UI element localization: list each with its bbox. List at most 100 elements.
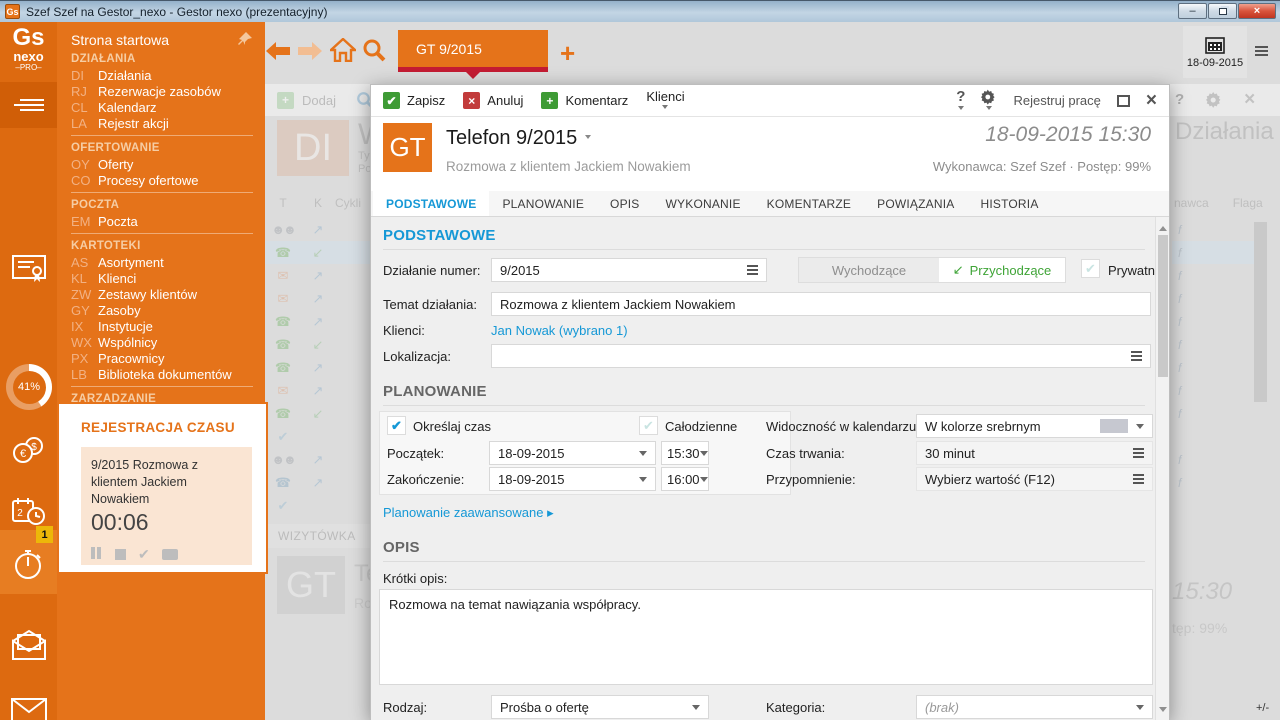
tab-historia[interactable]: HISTORIA — [967, 191, 1051, 216]
tab-planowanie[interactable]: PLANOWANIE — [489, 191, 597, 216]
table-row[interactable]: ☎↙ — [265, 333, 370, 356]
background-scrollbar-thumb[interactable] — [1254, 222, 1267, 402]
tab-powiazania[interactable]: POWIĄZANIA — [864, 191, 967, 216]
table-row[interactable]: ☎↗ — [265, 356, 370, 379]
sidebar-item-oferty[interactable]: OYOferty — [71, 157, 265, 172]
table-row[interactable]: ✔ — [265, 425, 370, 448]
mail-button[interactable] — [0, 686, 57, 720]
table-row[interactable]: ✉↗ — [265, 379, 370, 402]
sidebar-item-zasoby[interactable]: GYZasoby — [71, 303, 265, 318]
pin-icon[interactable] — [237, 31, 253, 47]
location-input[interactable] — [491, 344, 1151, 368]
mail-open-button[interactable] — [0, 620, 57, 670]
table-row[interactable]: ☎↗ — [265, 471, 370, 494]
progress-ring[interactable]: 41% — [6, 364, 52, 410]
comment-bubble-icon[interactable] — [162, 549, 178, 560]
timer-button[interactable] — [0, 536, 57, 592]
start-time-select[interactable]: 15:30 — [661, 441, 709, 465]
menu-lines-icon[interactable] — [1133, 452, 1144, 454]
sidebar-item-asortyment[interactable]: ASAsortyment — [71, 255, 265, 270]
menu-lines-icon[interactable] — [1133, 478, 1144, 480]
sidebar-item-pracownicy[interactable]: PXPracownicy — [71, 351, 265, 366]
sidebar-item-klienci[interactable]: KLKlienci — [71, 271, 265, 286]
tab-opis[interactable]: OPIS — [597, 191, 652, 216]
sidebar-item-zestawy[interactable]: ZWZestawy klientów — [71, 287, 265, 302]
type-select[interactable]: Prośba o ofertę — [491, 695, 709, 719]
restore-button[interactable] — [1208, 3, 1237, 19]
minimize-button[interactable]: – — [1178, 3, 1207, 19]
sidebar-item-kalendarz[interactable]: CLKalendarz — [71, 100, 265, 115]
forward-button[interactable] — [298, 42, 322, 60]
all-day-checkbox[interactable]: ✔ — [639, 416, 658, 435]
comment-button[interactable]: + Komentarz — [541, 92, 628, 109]
end-time-select[interactable]: 16:00 — [661, 467, 709, 491]
scrollbar-thumb[interactable] — [1158, 235, 1168, 377]
sidebar-item-procesy[interactable]: COProcesy ofertowe — [71, 173, 265, 188]
date-widget[interactable]: 18-09-2015 — [1183, 26, 1247, 78]
finish-icon[interactable]: ✔ — [138, 546, 150, 563]
stop-icon[interactable] — [115, 549, 126, 560]
table-row[interactable]: ✔ — [265, 494, 370, 517]
sidebar-item-rejestr-akcji[interactable]: LARejestr akcji — [71, 116, 265, 131]
table-row[interactable]: ☎↗ — [265, 310, 370, 333]
clients-link[interactable]: Jan Nowak (wybrano 1) — [491, 323, 628, 338]
register-work-button[interactable]: Rejestruj pracę — [1013, 93, 1100, 108]
pause-icon[interactable] — [91, 546, 103, 564]
number-input[interactable]: 9/2015 — [491, 258, 767, 282]
dialog-title[interactable]: Telefon 9/2015 — [446, 127, 591, 150]
sidebar-item-rezerwacje[interactable]: RJRezerwacje zasobów — [71, 84, 265, 99]
sidebar-item-home[interactable]: Strona startowa — [71, 28, 265, 51]
new-tab-button[interactable]: + — [560, 38, 575, 69]
finance-button[interactable]: $ € — [0, 426, 57, 476]
options-menu-button[interactable] — [1255, 44, 1268, 58]
duration-field[interactable]: 30 minut — [916, 441, 1153, 465]
sidebar-item-dzialania[interactable]: DIDziałania — [71, 68, 265, 83]
private-checkbox[interactable]: ✔ — [1081, 259, 1100, 278]
define-time-checkbox[interactable]: ✔ — [387, 416, 406, 435]
scroll-up-icon[interactable] — [1159, 222, 1167, 231]
sidebar-item-instytucje[interactable]: IXInstytucje — [71, 319, 265, 334]
license-button[interactable] — [0, 244, 57, 294]
category-select[interactable]: (brak) — [916, 695, 1153, 719]
help-button[interactable]: ? — [956, 88, 965, 113]
close-window-button[interactable]: × — [1238, 3, 1276, 19]
section-header-ofertowanie: OFERTOWANIE — [71, 140, 265, 156]
incoming-option[interactable]: ↙ Przychodzące — [939, 258, 1065, 282]
table-row[interactable]: ☎↙ — [265, 402, 370, 425]
outgoing-option[interactable]: Wychodzące — [799, 258, 939, 282]
menu-lines-icon[interactable] — [747, 269, 758, 271]
sidebar-item-wspolnicy[interactable]: WXWspólnicy — [71, 335, 265, 350]
scroll-down-icon[interactable] — [1159, 707, 1167, 716]
save-button[interactable]: ✔ Zapisz — [383, 92, 445, 109]
search-button[interactable] — [362, 38, 386, 62]
maximize-dialog-button[interactable] — [1117, 95, 1130, 107]
menu-lines-icon[interactable] — [1131, 355, 1142, 357]
start-date-select[interactable]: 18-09-2015 — [489, 441, 656, 465]
table-row[interactable]: ✉↗ — [265, 264, 370, 287]
sidebar-item-poczta[interactable]: EMPoczta — [71, 214, 265, 229]
clients-menu-button[interactable]: Klienci — [646, 89, 684, 112]
close-dialog-button[interactable]: × — [1146, 91, 1157, 110]
table-row[interactable]: ✉↗ — [265, 287, 370, 310]
tab-komentarze[interactable]: KOMENTARZE — [754, 191, 864, 216]
table-row[interactable]: ☻☻↗ — [265, 218, 370, 241]
home-button[interactable] — [330, 38, 356, 62]
subject-input[interactable]: Rozmowa z klientem Jackiem Nowakiem — [491, 292, 1151, 316]
main-menu-button[interactable] — [0, 82, 57, 128]
dialog-scrollbar[interactable] — [1155, 217, 1169, 720]
tab-podstawowe[interactable]: PODSTAWOWE — [373, 191, 489, 216]
settings-button[interactable] — [981, 89, 997, 113]
tab-gt-9-2015[interactable]: GT 9/2015 — [398, 30, 548, 67]
zoom-control[interactable]: +/- — [1256, 702, 1269, 714]
back-button[interactable] — [266, 42, 290, 60]
tab-wykonanie[interactable]: WYKONANIE — [653, 191, 754, 216]
reminder-field[interactable]: Wybierz wartość (F12) — [916, 467, 1153, 491]
advanced-planning-link[interactable]: Planowanie zaawansowane ▸ — [383, 505, 554, 521]
cancel-button[interactable]: × Anuluj — [463, 92, 523, 109]
table-row[interactable]: ☻☻↗ — [265, 448, 370, 471]
sidebar-item-biblioteka[interactable]: LBBiblioteka dokumentów — [71, 367, 265, 382]
end-date-select[interactable]: 18-09-2015 — [489, 467, 656, 491]
visibility-select[interactable]: W kolorze srebrnym — [916, 414, 1153, 438]
short-description-textarea[interactable]: Rozmowa na temat nawiązania współpracy. — [379, 589, 1153, 685]
table-row-selected[interactable]: ☎↙ — [265, 241, 370, 264]
